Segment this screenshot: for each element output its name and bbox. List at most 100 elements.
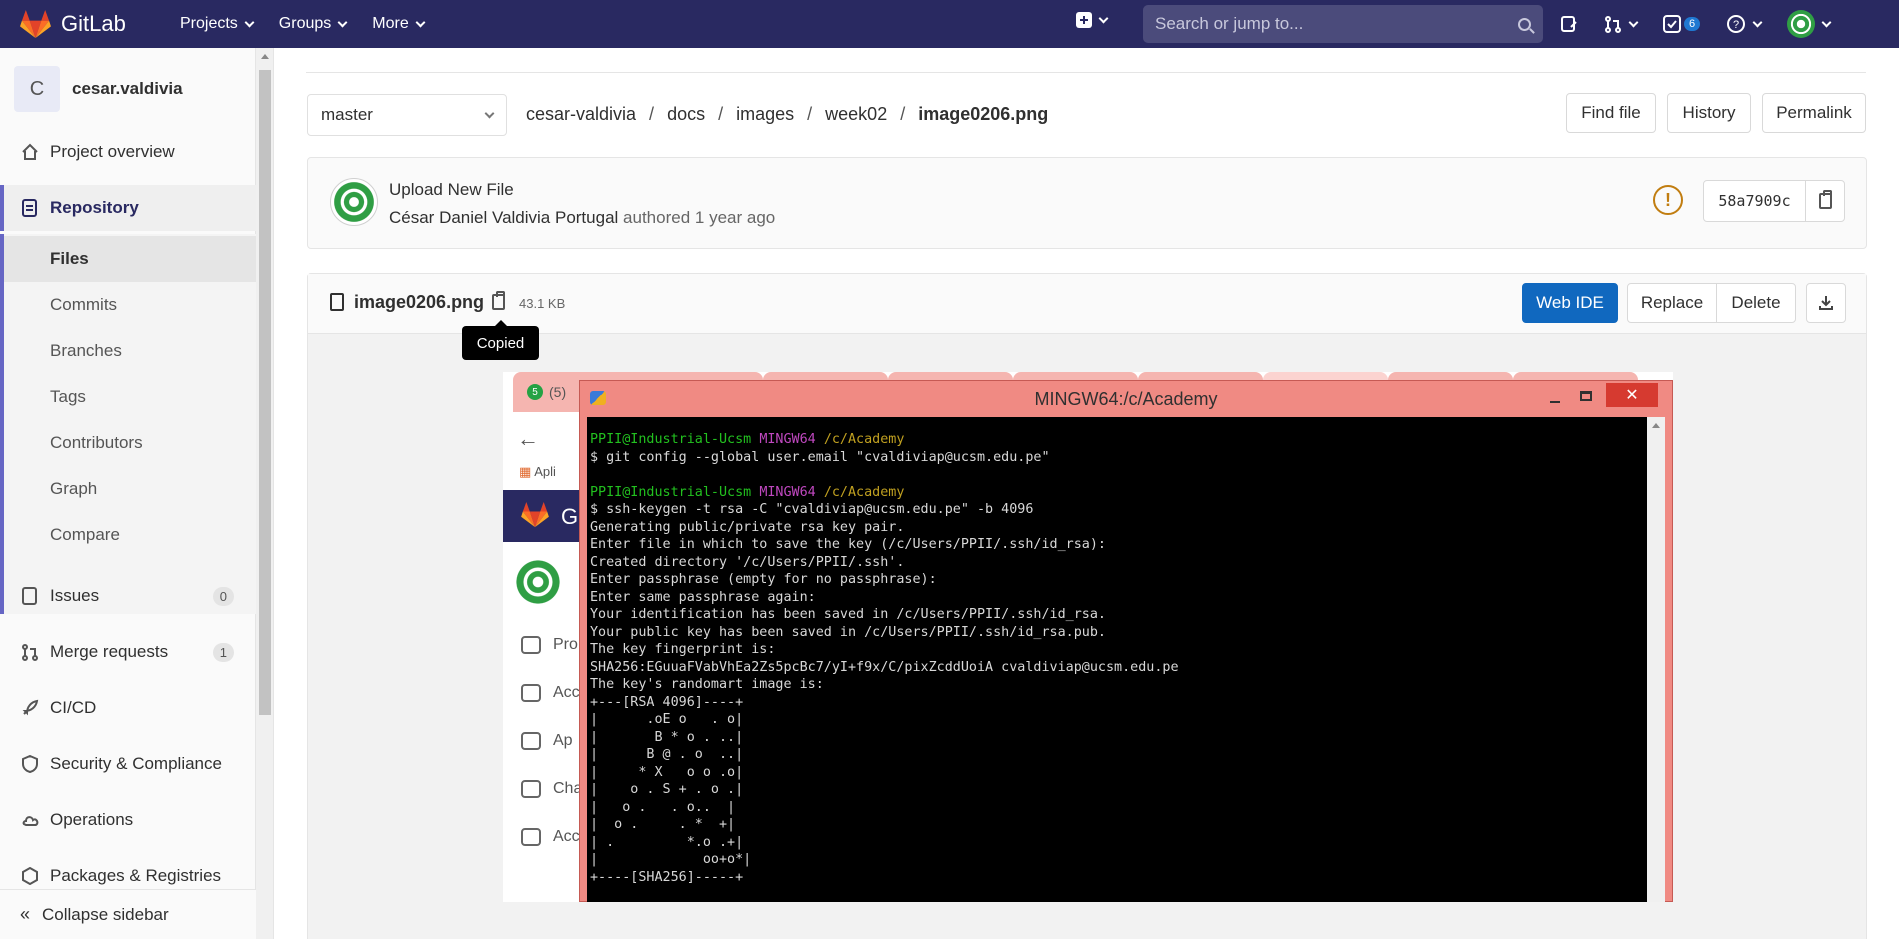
collapse-sidebar-button[interactable]: « Collapse sidebar xyxy=(0,889,256,939)
breadcrumb-link[interactable]: docs xyxy=(667,104,705,125)
sidebar-item-merge-requests[interactable]: Merge requests 1 xyxy=(0,629,256,675)
find-file-button[interactable]: Find file xyxy=(1566,93,1656,133)
file-viewer: image0206.png 43.1 KB Copied Web IDE Rep… xyxy=(307,273,1867,939)
project-name: cesar.valdivia xyxy=(72,79,183,98)
search-icon xyxy=(1518,17,1531,31)
breadcrumb: cesar-valdivia / docs / images / week02/ im… xyxy=(526,104,1049,125)
screenshot-sidebar-item: Acc xyxy=(521,684,580,702)
todos-nav-icon[interactable]: 6 xyxy=(1663,15,1701,33)
sidebar-item-operations[interactable]: Operations xyxy=(0,797,256,843)
breadcrumb-link[interactable]: week02 xyxy=(825,104,887,125)
screenshot-sidebar-item: Acc xyxy=(521,828,580,846)
sidebar-item-project-overview[interactable]: Project overview xyxy=(0,129,256,175)
todos-count-badge: 6 xyxy=(1684,17,1701,31)
scrollbar-thumb[interactable] xyxy=(259,70,271,715)
clipboard-icon xyxy=(492,291,505,310)
sidebar-item-commits[interactable]: Commits xyxy=(4,282,256,328)
sidebar-item-label: Operations xyxy=(50,810,134,829)
sidebar-item-cicd[interactable]: CI/CD xyxy=(0,685,256,731)
chevron-down-icon xyxy=(1821,17,1832,27)
delete-button[interactable]: Delete xyxy=(1716,283,1796,323)
breadcrumb-link[interactable]: images xyxy=(736,104,794,125)
chevron-down-icon xyxy=(337,17,348,27)
copied-tooltip: Copied xyxy=(462,320,539,360)
document-icon xyxy=(20,198,40,218)
scroll-up-arrow-icon[interactable] xyxy=(261,54,269,59)
chevron-down-icon xyxy=(484,108,495,118)
double-chevron-left-icon: « xyxy=(20,904,31,924)
package-icon xyxy=(20,866,40,886)
gitlab-logo-icon xyxy=(521,502,549,528)
sidebar-item-branches[interactable]: Branches xyxy=(4,328,256,374)
minimize-icon xyxy=(1550,401,1560,403)
chevron-down-icon xyxy=(1752,17,1763,27)
breadcrumb-link[interactable]: cesar-valdivia xyxy=(526,104,636,125)
maximize-icon xyxy=(1580,391,1592,401)
nav-projects-dropdown[interactable]: Projects xyxy=(180,15,255,33)
nav-more-dropdown[interactable]: More xyxy=(372,15,426,33)
sidebar-item-graph[interactable]: Graph xyxy=(4,466,256,512)
commit-author-link[interactable]: César Daniel Valdivia Portugal xyxy=(389,208,618,227)
help-icon: ? xyxy=(1727,15,1746,33)
commit-sha-group: 58a7909c xyxy=(1703,180,1845,222)
sidebar-item-label: Project overview xyxy=(50,142,175,161)
project-avatar: C xyxy=(14,66,60,112)
help-dropdown[interactable]: ? xyxy=(1726,14,1763,34)
sidebar-item-contributors[interactable]: Contributors xyxy=(4,420,256,466)
sidebar-item-label: Packages & Registries xyxy=(50,866,222,885)
chevron-down-icon xyxy=(1098,13,1109,23)
screenshot-sidebar-item: Ap xyxy=(521,732,573,750)
sidebar-item-files[interactable]: Files xyxy=(4,236,256,282)
issues-nav-icon[interactable] xyxy=(1560,15,1578,33)
search-input[interactable]: Search or jump to... xyxy=(1143,5,1543,43)
whatsapp-icon: 5 xyxy=(527,384,543,400)
image-preview: 5 (5) ← ▦ Apli G Pro Acc Ap Cha Acc MING… xyxy=(503,372,1673,902)
project-header-link[interactable]: C cesar.valdivia xyxy=(14,66,183,112)
file-name: image0206.png xyxy=(354,292,485,312)
chevron-down-icon xyxy=(1628,17,1639,27)
rocket-icon xyxy=(20,698,40,718)
shield-icon xyxy=(20,754,40,774)
sidebar-item-label: Repository xyxy=(50,198,139,217)
gitlab-logo-icon xyxy=(20,9,51,38)
plus-icon xyxy=(1076,12,1092,28)
issues-count-badge: 0 xyxy=(212,586,234,606)
permalink-button[interactable]: Permalink xyxy=(1762,93,1866,133)
terminal-output: PPII@Industrial-Ucsm MINGW64 /c/Academy … xyxy=(587,417,1647,902)
new-item-dropdown[interactable] xyxy=(1076,12,1109,28)
sidebar-item-tags[interactable]: Tags xyxy=(4,374,256,420)
gitlab-home-link[interactable]: GitLab xyxy=(20,9,140,39)
branch-selector[interactable]: master xyxy=(307,94,507,136)
sidebar-item-compare[interactable]: Compare xyxy=(4,512,256,558)
file-header: image0206.png 43.1 KB Copied Web IDE Rep… xyxy=(308,274,1866,360)
top-navbar: GitLab Projects Groups More Search or ju… xyxy=(0,0,1899,48)
terminal-window: MINGW64:/c/Academy ✕ PPII@Industrial-Ucs… xyxy=(579,380,1673,902)
download-icon xyxy=(1819,296,1833,310)
nav-menu: Projects Groups More xyxy=(180,15,450,33)
merge-requests-nav-icon[interactable] xyxy=(1604,15,1639,33)
avatar[interactable] xyxy=(330,178,378,226)
commit-title-link[interactable]: Upload New File xyxy=(389,180,514,200)
close-icon: ✕ xyxy=(1606,383,1658,407)
merge-request-icon xyxy=(20,642,40,662)
terminal-scrollbar xyxy=(1647,417,1665,902)
file-icon xyxy=(330,293,344,311)
pipeline-warning-icon[interactable]: ! xyxy=(1653,185,1683,215)
download-button[interactable] xyxy=(1806,283,1846,323)
sidebar-item-issues[interactable]: Issues 0 xyxy=(0,573,256,619)
copy-file-path-button[interactable] xyxy=(492,291,505,310)
screenshot-gitlab-letter: G xyxy=(561,504,579,529)
sidebar-item-security[interactable]: Security & Compliance xyxy=(0,741,256,787)
web-ide-button[interactable]: Web IDE xyxy=(1522,283,1618,323)
nav-icons: 6 ? xyxy=(1560,0,1856,48)
sidebar-scrollbar[interactable] xyxy=(256,48,274,939)
commit-sha-link[interactable]: 58a7909c xyxy=(1704,181,1806,221)
replace-button[interactable]: Replace xyxy=(1627,283,1717,323)
last-commit-panel: Upload New File César Daniel Valdivia Po… xyxy=(307,157,1867,249)
avatar xyxy=(1787,10,1816,38)
nav-groups-dropdown[interactable]: Groups xyxy=(279,15,348,33)
sidebar-item-repository[interactable]: Repository xyxy=(0,185,256,231)
copy-sha-button[interactable] xyxy=(1806,181,1844,221)
user-menu-dropdown[interactable] xyxy=(1787,10,1832,38)
history-button[interactable]: History xyxy=(1667,93,1751,133)
